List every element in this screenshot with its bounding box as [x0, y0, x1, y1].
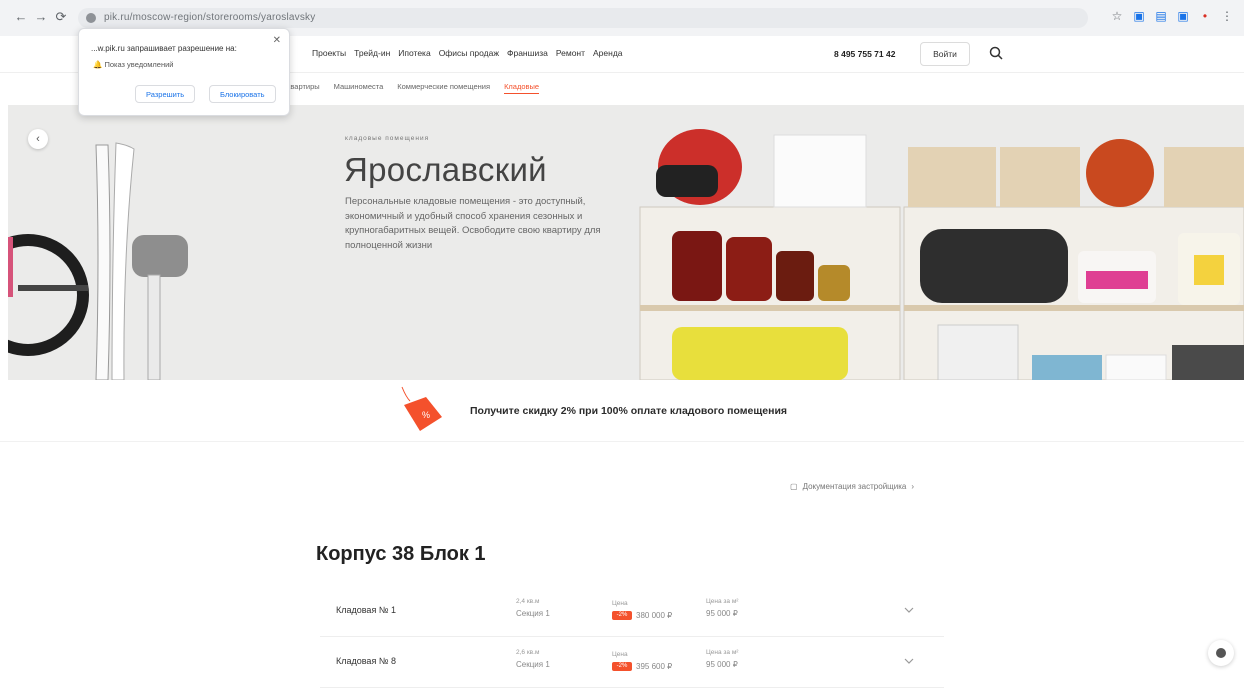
bell-icon: 🔔 [93, 60, 103, 69]
chevron-right-icon: › [911, 482, 915, 491]
price-label: Цена [612, 651, 628, 658]
back-icon[interactable]: ← [14, 10, 28, 24]
forward-icon[interactable]: → [34, 10, 48, 24]
notification-permission-popup: ✕ ...w.pik.ru запрашивает разрешение на:… [78, 28, 290, 116]
chevron-down-icon[interactable] [903, 655, 915, 667]
popup-message: ...w.pik.ru запрашивает разрешение на: [91, 44, 237, 53]
url-text: pik.ru/moscow-region/storerooms/yaroslav… [104, 12, 316, 23]
chat-widget-button[interactable] [1208, 640, 1234, 666]
chat-icon [1216, 648, 1226, 658]
main-nav: Проекты Трейд-ин Ипотека Офисы продаж Фр… [312, 48, 623, 58]
area-label: 2,6 кв.м [516, 649, 540, 656]
hero-overline: кладовые помещения [345, 135, 430, 142]
hero-banner: ‹ кладовые помещения Ярославский Персона… [8, 105, 1244, 380]
extension-icon[interactable]: ▣ [1132, 9, 1146, 23]
search-icon[interactable] [988, 45, 1004, 61]
nav-item-mortgage[interactable]: Ипотека [398, 48, 430, 58]
block-button[interactable]: Блокировать [209, 85, 276, 103]
subnav-item-parking[interactable]: Машиноместа [334, 82, 384, 94]
subnav-item-storerooms[interactable]: Кладовые [504, 82, 540, 94]
site-info-icon[interactable] [86, 13, 96, 23]
storeroom-list: Кладовая № 1 2,4 кв.м Секция 1 Цена -2% … [320, 586, 944, 688]
nav-item-repair[interactable]: Ремонт [556, 48, 585, 58]
svg-text:%: % [422, 410, 430, 420]
nav-item-trade-in[interactable]: Трейд-ин [354, 48, 390, 58]
developer-docs-link[interactable]: ▢ Документация застройщика › [790, 482, 914, 491]
sqm-price-label: Цена за м² [706, 649, 739, 656]
promo-text: Получите скидку 2% при 100% оплате кладо… [470, 405, 788, 417]
sub-nav: Квартиры Машиноместа Коммерческие помеще… [286, 82, 540, 94]
storeroom-name: Кладовая № 8 [336, 656, 396, 666]
hero-description: Персональные кладовые помещения - это до… [345, 196, 601, 251]
hero-title: Ярославский [344, 151, 547, 188]
section-value: Секция 1 [516, 609, 550, 618]
price-value: 395 600 ₽ [636, 662, 673, 671]
discount-tag-icon: % [401, 386, 442, 431]
extension-icon[interactable]: • [1198, 9, 1212, 23]
area-label: 2,4 кв.м [516, 598, 540, 605]
nav-item-rent[interactable]: Аренда [593, 48, 623, 58]
allow-button[interactable]: Разрешить [135, 85, 196, 103]
section-value: Секция 1 [516, 660, 550, 669]
close-icon[interactable]: ✕ [273, 35, 281, 46]
login-button[interactable]: Войти [920, 42, 970, 66]
sqm-price-value: 95 000 ₽ [706, 660, 738, 669]
popup-permission: 🔔 Показ уведомлений [93, 60, 173, 69]
price-value: 380 000 ₽ [636, 611, 673, 620]
subnav-item-apartments[interactable]: Квартиры [286, 82, 320, 94]
subnav-item-commercial[interactable]: Коммерческие помещения [397, 82, 490, 94]
chevron-down-icon[interactable] [903, 604, 915, 616]
bookmark-star-icon[interactable]: ☆ [1110, 9, 1124, 23]
discount-badge: -2% [612, 611, 632, 620]
discount-badge: -2% [612, 662, 632, 671]
sqm-price-value: 95 000 ₽ [706, 609, 738, 618]
price-label: Цена [612, 600, 628, 607]
menu-icon[interactable]: ⋮ [1220, 9, 1234, 23]
hero-prev-button[interactable]: ‹ [28, 129, 48, 149]
extension-icon[interactable]: ▤ [1154, 9, 1168, 23]
hero-illustration [8, 129, 1244, 380]
storeroom-name: Кладовая № 1 [336, 605, 396, 615]
storeroom-row[interactable]: Кладовая № 8 2,6 кв.м Секция 1 Цена -2% … [320, 637, 944, 688]
nav-item-franchise[interactable]: Франшиза [507, 48, 548, 58]
sqm-price-label: Цена за м² [706, 598, 739, 605]
nav-item-projects[interactable]: Проекты [312, 48, 346, 58]
nav-item-offices[interactable]: Офисы продаж [439, 48, 499, 58]
docs-link-label: Документация застройщика [802, 482, 907, 491]
address-bar[interactable]: pik.ru/moscow-region/storerooms/yaroslav… [78, 8, 1088, 28]
storeroom-row[interactable]: Кладовая № 1 2,4 кв.м Секция 1 Цена -2% … [320, 586, 944, 637]
extension-icon[interactable]: ▣ [1176, 9, 1190, 23]
promo-banner: % Получите скидку 2% при 100% оплате кла… [0, 383, 1244, 442]
document-icon: ▢ [790, 482, 798, 491]
reload-icon[interactable]: ⟳ [54, 10, 68, 24]
popup-permission-label: Показ уведомлений [104, 60, 174, 69]
phone-number[interactable]: 8 495 755 71 42 [834, 49, 895, 59]
building-title: Корпус 38 Блок 1 [316, 543, 486, 565]
toolbar-icons: ☆ ▣ ▤ ▣ • ⋮ [1110, 9, 1234, 23]
